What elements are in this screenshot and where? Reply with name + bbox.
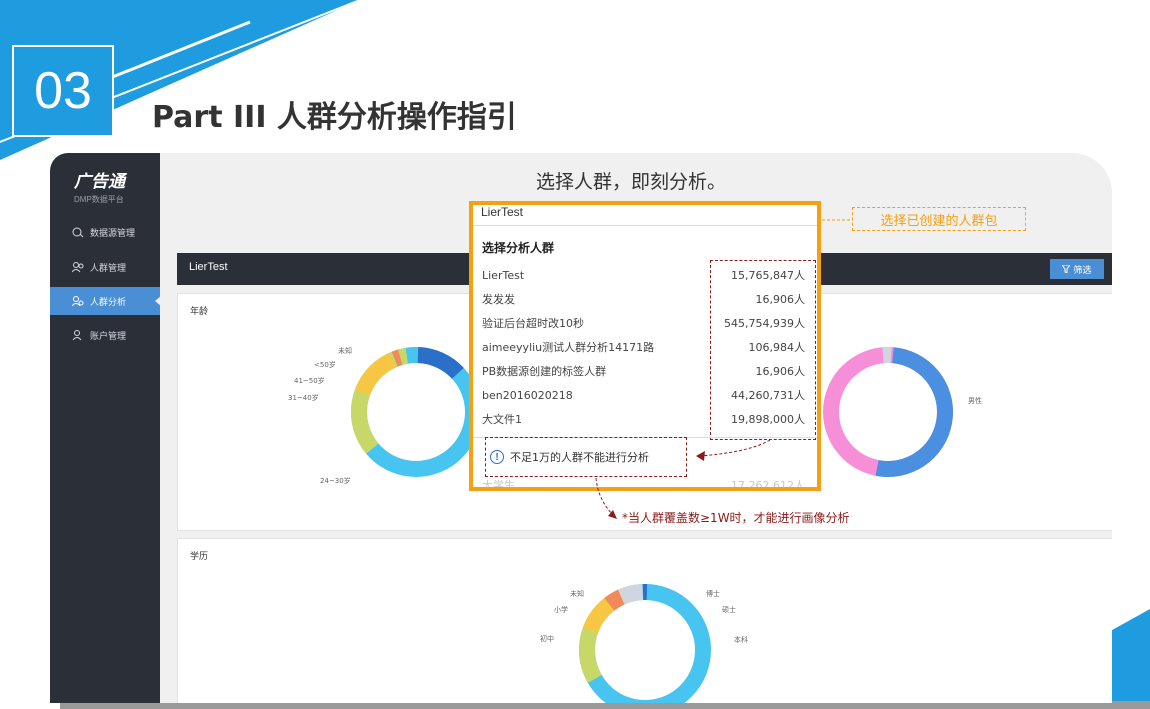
annotation-arrows — [595, 219, 852, 519]
coverage-requirement-note: *当人群覆盖数≥1W时，才能进行画像分析 — [622, 511, 850, 525]
select-audience-callout: 选择已创建的人群包 — [852, 207, 1026, 231]
